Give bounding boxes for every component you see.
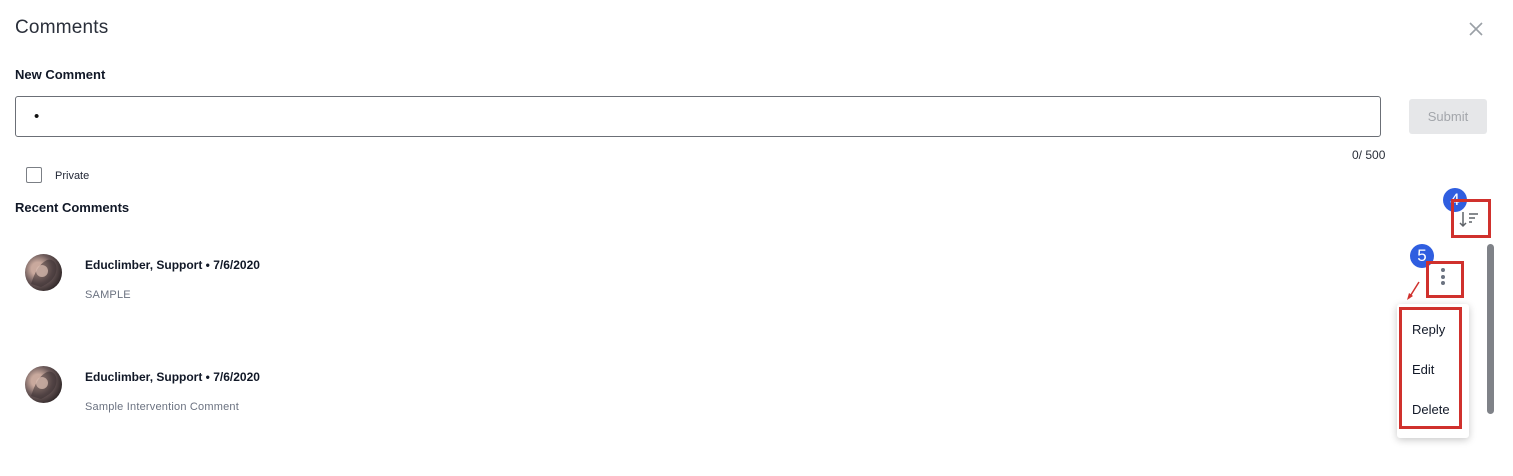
comment-input[interactable] (15, 96, 1381, 137)
avatar (25, 254, 62, 291)
menu-item-edit[interactable]: Edit (1412, 362, 1434, 377)
dialog-title: Comments (15, 17, 109, 38)
private-checkbox[interactable] (26, 167, 42, 183)
comment-meta: Educlimber, Support • 7/6/2020 (85, 258, 260, 272)
character-counter: 0/ 500 (1352, 148, 1386, 162)
sort-descending-icon[interactable] (1458, 209, 1480, 231)
menu-item-reply[interactable]: Reply (1412, 322, 1445, 337)
comment-text: SAMPLE (85, 289, 131, 301)
more-options-icon[interactable] (1439, 268, 1447, 288)
submit-button[interactable]: Submit (1409, 99, 1487, 134)
private-label: Private (55, 170, 90, 182)
menu-item-delete[interactable]: Delete (1412, 402, 1450, 417)
comment-text: Sample Intervention Comment (85, 401, 239, 413)
annotation-arrow-icon (1407, 281, 1420, 300)
recent-comments-label: Recent Comments (15, 200, 130, 215)
close-icon[interactable] (1466, 19, 1486, 39)
comment-meta: Educlimber, Support • 7/6/2020 (85, 370, 260, 384)
new-comment-label: New Comment (15, 67, 106, 82)
avatar (25, 366, 62, 403)
scrollbar-thumb[interactable] (1487, 244, 1494, 414)
